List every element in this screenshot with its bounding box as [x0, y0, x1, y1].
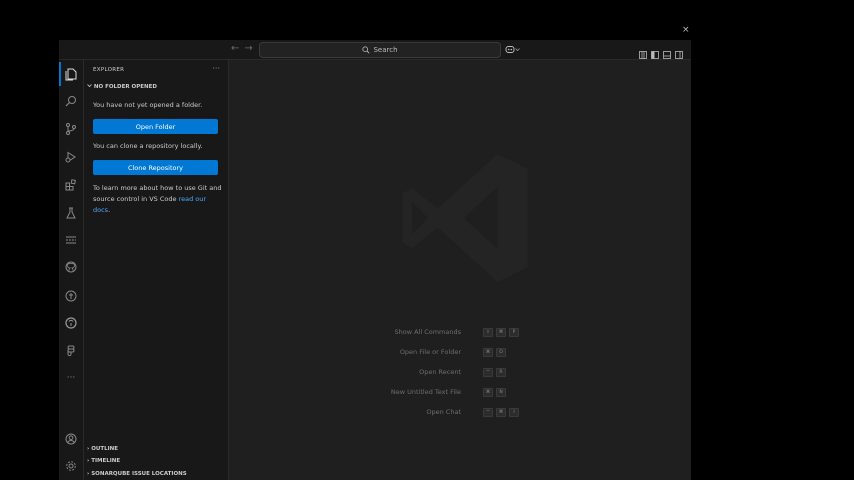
shortcut-row[interactable]: Show All Commands ⇧ ⌘ P	[229, 328, 691, 338]
copilot-icon	[505, 45, 515, 53]
panel-outline[interactable]: › OUTLINE	[87, 446, 118, 452]
account-icon[interactable]	[63, 431, 79, 447]
timeline-icon[interactable]	[63, 232, 79, 248]
chevron-down-icon	[87, 84, 92, 88]
source-control-icon[interactable]	[63, 121, 79, 137]
shortcut-row[interactable]: New Untitled Text File ⌘ N	[229, 388, 691, 398]
more-actions-icon[interactable]: ···	[212, 64, 220, 73]
clone-message: You can clone a repository locally.	[93, 142, 203, 150]
shortcut-key: ⌘	[496, 408, 506, 417]
search-icon	[362, 46, 370, 54]
shortcut-row[interactable]: Open File or Folder ⌘ O	[229, 348, 691, 358]
shortcut-row[interactable]: Open Chat ^ ⌘ I	[229, 408, 691, 418]
files-icon[interactable]	[59, 62, 79, 86]
shortcut-key: ^	[483, 408, 493, 417]
layout-controls	[639, 44, 683, 59]
shortcut-label: Open File or Folder	[399, 348, 461, 356]
panel-sonarqube[interactable]: › SONARQUBE ISSUE LOCATIONS	[87, 471, 187, 477]
shortcut-key: I	[509, 408, 519, 417]
chevron-down-icon	[515, 47, 520, 51]
gitlens-icon[interactable]	[63, 288, 79, 304]
sidebar-title: EXPLORER	[93, 67, 125, 73]
copilot-menu-button[interactable]	[505, 43, 521, 55]
editor-area: Show All Commands ⇧ ⌘ P Open File or Folde…	[229, 60, 691, 480]
clone-repository-button[interactable]: Clone Repository	[93, 160, 218, 175]
no-folder-message: You have not yet opened a folder.	[93, 101, 203, 109]
panel-sonarqube-label: SONARQUBE ISSUE LOCATIONS	[91, 471, 187, 477]
shortcut-label: Open Chat	[426, 408, 461, 416]
shortcut-key: ⌘	[483, 388, 493, 397]
learn-text-line-1: To learn more about how to use Git and	[93, 184, 222, 192]
shortcut-label: New Untitled Text File	[390, 388, 461, 396]
shortcut-key: ⌘	[483, 348, 493, 357]
vscode-window: ←→ Search ··· EXPLORER ··· NO FOLDER OPE…	[59, 40, 691, 480]
panel-outline-label: OUTLINE	[91, 446, 119, 452]
shortcut-key: O	[496, 348, 506, 357]
run-debug-icon[interactable]	[63, 149, 79, 165]
search-label: Search	[373, 46, 398, 54]
toggle-panel-icon[interactable]	[663, 44, 671, 59]
extensions-icon[interactable]	[63, 177, 79, 193]
toggle-secondary-sidebar-icon[interactable]	[675, 44, 683, 59]
shortcut-key: P	[509, 328, 519, 337]
search-icon[interactable]	[63, 93, 79, 109]
section-header-no-folder[interactable]: NO FOLDER OPENED	[87, 83, 157, 90]
activity-bar: ···	[59, 60, 84, 480]
shortcut-key: ⇧	[483, 328, 493, 337]
chevron-right-icon: ›	[87, 458, 90, 464]
forward-arrow-icon[interactable]: →	[244, 43, 257, 54]
navigation-arrows: ←→	[231, 43, 258, 54]
title-bar: ←→ Search	[59, 40, 691, 60]
chevron-right-icon: ›	[87, 446, 90, 452]
testing-icon[interactable]	[63, 205, 79, 221]
settings-gear-icon[interactable]	[63, 458, 79, 474]
figma-icon[interactable]	[63, 343, 79, 359]
vscode-logo-icon	[402, 154, 528, 282]
shortcut-row[interactable]: Open Recent ^ R	[229, 368, 691, 378]
shortcut-key: R	[496, 368, 506, 377]
desktop-close-icon[interactable]: ×	[682, 25, 690, 35]
shortcut-key: N	[496, 388, 506, 397]
more-icon[interactable]: ···	[63, 370, 79, 386]
learn-text-line-2: source control in VS Code	[93, 195, 179, 203]
back-arrow-icon[interactable]: ←	[231, 43, 244, 54]
section-title: NO FOLDER OPENED	[93, 84, 157, 90]
shortcut-label: Open Recent	[419, 368, 461, 376]
toggle-primary-sidebar-icon[interactable]	[651, 44, 659, 59]
panel-timeline[interactable]: › TIMELINE	[87, 458, 120, 464]
chevron-right-icon: ›	[87, 471, 90, 477]
shortcut-key: ⌘	[496, 328, 506, 337]
learn-text-end: .	[108, 206, 111, 214]
github-icon[interactable]	[63, 259, 79, 275]
customize-layout-icon[interactable]	[639, 44, 647, 59]
panel-timeline-label: TIMELINE	[91, 458, 121, 464]
shortcut-key: ^	[483, 368, 493, 377]
learn-more-message: To learn more about how to use Git and s…	[93, 183, 223, 216]
open-folder-button[interactable]: Open Folder	[93, 119, 218, 134]
copilot-icon[interactable]	[63, 315, 79, 331]
shortcut-label: Show All Commands	[394, 328, 461, 336]
explorer-sidebar: EXPLORER ··· NO FOLDER OPENED You have n…	[84, 60, 229, 480]
command-center-search[interactable]: Search	[259, 42, 501, 58]
